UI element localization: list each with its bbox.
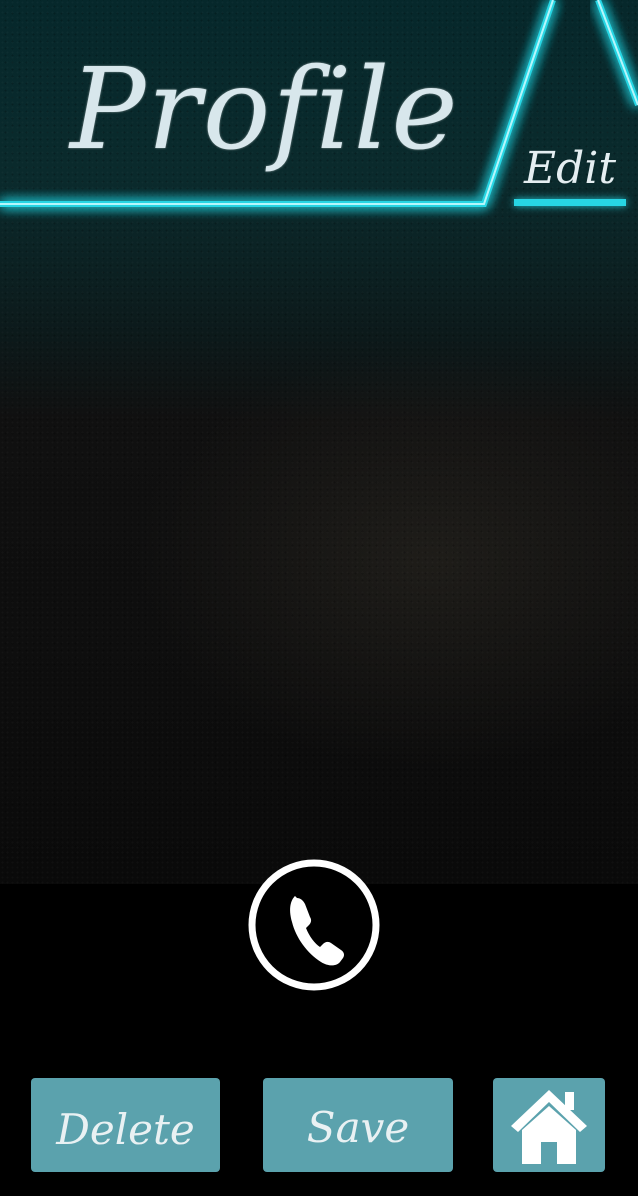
edit-button[interactable]: Edit	[514, 140, 626, 206]
delete-button[interactable]: Delete	[31, 1078, 220, 1172]
profile-screen: Profile Edit Delete Save	[0, 0, 638, 1196]
delete-button-label: Delete	[56, 1105, 195, 1154]
save-button-label: Save	[306, 1103, 410, 1152]
home-button[interactable]	[493, 1078, 605, 1172]
home-icon	[511, 1090, 587, 1164]
edit-button-label: Edit	[523, 143, 617, 194]
page-title: Profile	[70, 45, 460, 175]
edit-underline	[514, 199, 626, 206]
call-button[interactable]	[247, 858, 381, 992]
save-button[interactable]: Save	[263, 1078, 453, 1172]
phone-icon	[248, 859, 380, 991]
